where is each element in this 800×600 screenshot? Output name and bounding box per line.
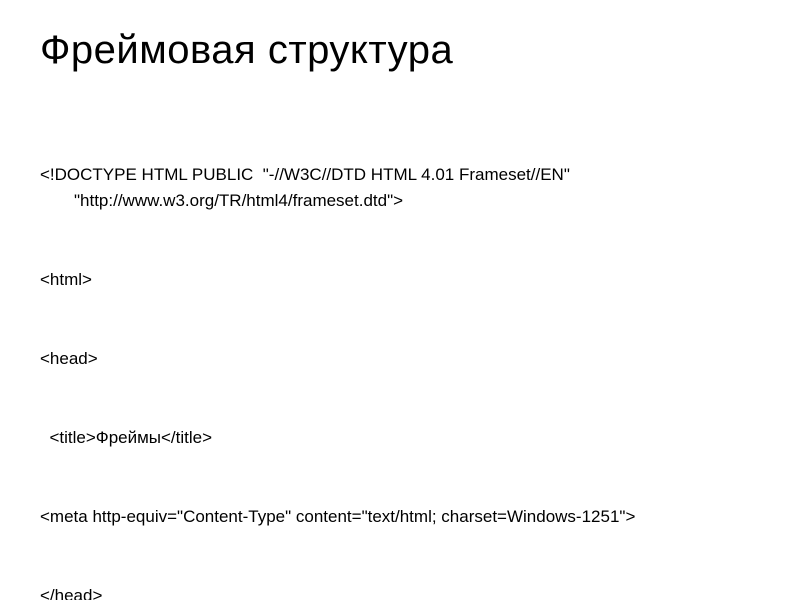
page-title: Фреймовая структура [40, 28, 760, 73]
code-line: <!DOCTYPE HTML PUBLIC "-//W3C//DTD HTML … [40, 162, 760, 215]
code-line: <meta http-equiv="Content-Type" content=… [40, 504, 760, 530]
code-line: <html> [40, 267, 760, 293]
code-line: <title>Фреймы</title> [40, 425, 760, 451]
code-block: <!DOCTYPE HTML PUBLIC "-//W3C//DTD HTML … [40, 109, 760, 600]
code-line: <head> [40, 346, 760, 372]
code-line: </head> [40, 583, 760, 600]
slide: Фреймовая структура <!DOCTYPE HTML PUBLI… [0, 0, 800, 600]
